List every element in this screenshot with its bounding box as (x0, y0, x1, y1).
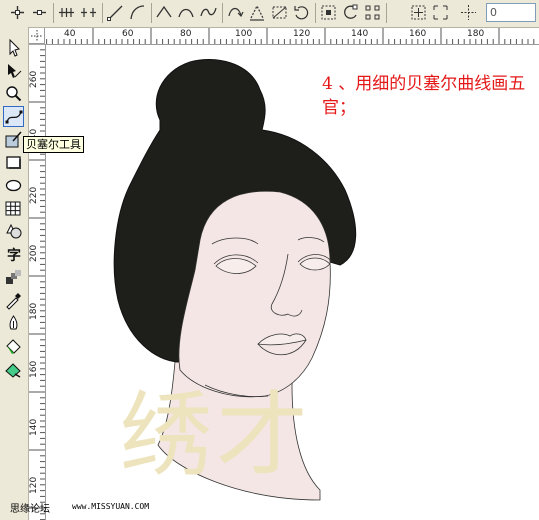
auto-reduce-icon[interactable] (458, 2, 479, 23)
interactive-blend-tool-icon[interactable] (3, 267, 24, 288)
fill-tool-icon[interactable] (3, 336, 24, 357)
property-bar: 0 (0, 0, 539, 28)
stretch-nodes-icon[interactable] (269, 2, 290, 23)
pick-tool-icon[interactable] (3, 37, 24, 58)
rectangle-tool-icon[interactable] (3, 152, 24, 173)
smooth-node-icon[interactable] (176, 2, 197, 23)
tool-tooltip: 贝塞尔工具 (23, 136, 84, 153)
curve-to-line-icon[interactable] (127, 2, 148, 23)
forum-name: 思缘论坛 (10, 504, 50, 515)
ruler-label: 140 (29, 418, 39, 436)
smart-fill-tool-icon[interactable] (3, 129, 24, 150)
extend-curve-icon[interactable] (247, 2, 268, 23)
ruler-label: 180 (29, 302, 39, 320)
eyedropper-tool-icon[interactable] (3, 290, 24, 311)
cusp-node-icon[interactable] (154, 2, 175, 23)
ruler-label: 100 (235, 29, 253, 39)
ruler-label: 80 (180, 29, 192, 39)
instruction-note: 4 、用细的贝塞尔曲线画五官； (322, 74, 526, 118)
ruler-label: 200 (29, 244, 39, 262)
ruler-label: 220 (29, 186, 39, 204)
text-tool-icon[interactable]: 字 (3, 244, 24, 265)
rotate-nodes-icon[interactable] (291, 2, 312, 23)
add-node-icon[interactable] (7, 2, 28, 23)
ruler-label: 140 (351, 29, 369, 39)
interactive-fill-tool-icon[interactable] (3, 359, 24, 380)
curve-smoothness-input[interactable]: 0 (486, 3, 536, 22)
elastic-mode-icon[interactable] (362, 2, 383, 23)
toolbox: 字 (0, 27, 29, 520)
bezier-tool-icon[interactable] (3, 106, 24, 127)
site-url: www.MISSYUAN.COM (72, 502, 150, 511)
reflect-nodes-horizontal-icon[interactable] (408, 2, 429, 23)
basic-shapes-tool-icon[interactable] (3, 221, 24, 242)
vertical-ruler[interactable]: 260 240 220 200 180 160 140 120 (29, 44, 46, 520)
reflect-nodes-vertical-icon[interactable] (430, 2, 451, 23)
ruler-label: 60 (122, 29, 134, 39)
watermark: 绣才 (120, 382, 313, 489)
break-curve-icon[interactable] (78, 2, 99, 23)
footer-credits: 思缘论坛 www.MISSYUAN.COM (0, 500, 539, 520)
shape-tool-icon[interactable] (3, 60, 24, 81)
svg-text:字: 字 (7, 247, 21, 264)
graph-paper-tool-icon[interactable] (3, 198, 24, 219)
align-nodes-icon[interactable] (318, 2, 339, 23)
ruler-label: 260 (29, 70, 39, 88)
join-nodes-icon[interactable] (56, 2, 77, 23)
horizontal-ruler[interactable]: 40 60 80 100 120 140 160 180 (29, 28, 539, 45)
select-all-nodes-icon[interactable] (340, 2, 361, 23)
ruler-label: 40 (64, 29, 76, 39)
ruler-label: 160 (29, 360, 39, 378)
ruler-origin[interactable] (29, 28, 45, 44)
reverse-curve-icon[interactable] (225, 2, 246, 23)
line-to-curve-icon[interactable] (105, 2, 126, 23)
ruler-label: 120 (29, 476, 39, 494)
symmetric-node-icon[interactable] (198, 2, 219, 23)
zoom-tool-icon[interactable] (3, 83, 24, 104)
ruler-label: 160 (409, 29, 427, 39)
outline-tool-icon[interactable] (3, 313, 24, 334)
ruler-label: 180 (467, 29, 485, 39)
ruler-label: 120 (293, 29, 311, 39)
delete-node-icon[interactable] (29, 2, 50, 23)
ellipse-tool-icon[interactable] (3, 175, 24, 196)
